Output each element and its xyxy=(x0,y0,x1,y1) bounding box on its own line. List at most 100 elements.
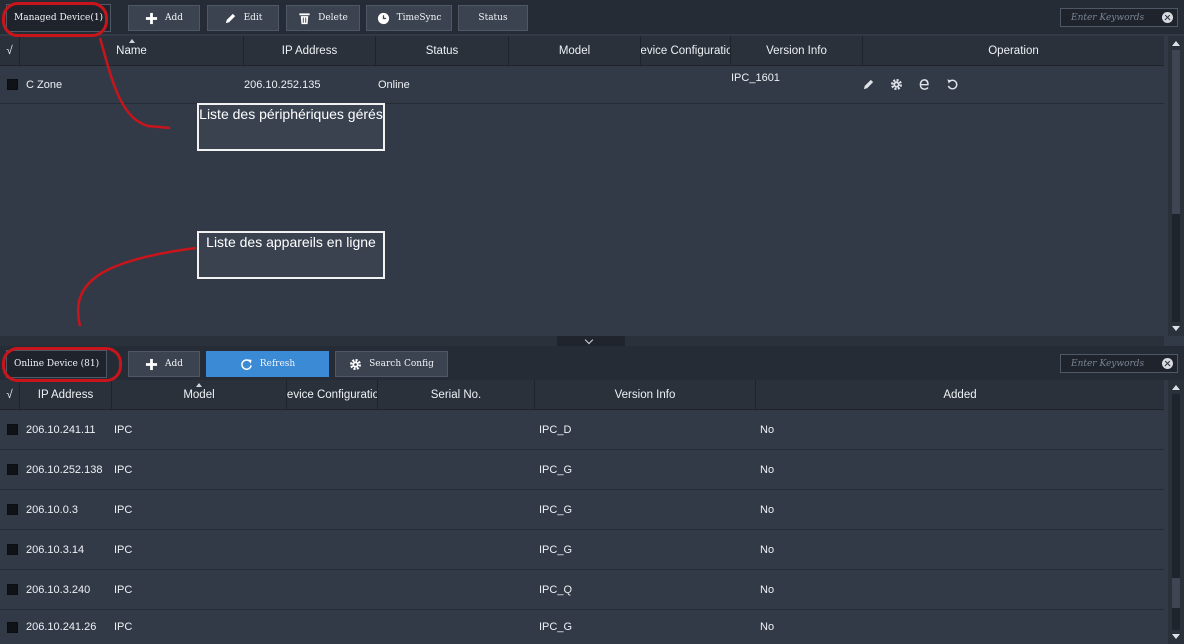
refresh-label: Refresh xyxy=(259,359,296,369)
table-row[interactable]: 206.10.3.14 IPC IPC_G No xyxy=(0,530,1164,570)
online-callout-line xyxy=(76,246,197,327)
version-column-header[interactable]: Version Info xyxy=(731,36,863,66)
table-row[interactable]: 206.10.0.3 IPC IPC_G No xyxy=(0,490,1164,530)
online-search-box xyxy=(1060,354,1178,373)
device-version: IPC_1601 xyxy=(731,72,780,84)
online-ip: 206.10.241.11 xyxy=(26,423,96,436)
device-ip: 206.10.252.135 xyxy=(244,78,321,91)
row-checkbox[interactable] xyxy=(7,464,18,475)
scroll-up-icon[interactable] xyxy=(1172,385,1180,390)
online-version: IPC_G xyxy=(539,503,573,516)
row-checkbox[interactable] xyxy=(7,424,18,435)
online-model: IPC xyxy=(114,543,133,556)
online-version: IPC_G xyxy=(539,543,573,556)
timesync-button[interactable]: TimeSync xyxy=(366,5,452,31)
online-added: No xyxy=(760,621,775,633)
status-label: Status xyxy=(478,13,508,23)
pencil-icon xyxy=(224,12,237,25)
scroll-thumb[interactable] xyxy=(1172,50,1180,214)
clear-search-icon[interactable] xyxy=(1162,358,1173,369)
online-added: No xyxy=(760,463,775,476)
added-column-header[interactable]: Added xyxy=(756,380,1164,410)
add-device-button[interactable]: Add xyxy=(128,5,200,31)
delete-device-label: Delete xyxy=(318,13,348,23)
online-added: No xyxy=(760,423,775,436)
config-column-header[interactable]: Device Configuration xyxy=(641,36,731,66)
table-row[interactable]: 206.10.3.240 IPC IPC_Q No xyxy=(0,570,1164,610)
online-ip: 206.10.252.138 xyxy=(26,463,103,476)
online-model: IPC xyxy=(114,621,133,633)
scroll-thumb[interactable] xyxy=(1172,578,1180,608)
online-added: No xyxy=(760,503,775,516)
table-row[interactable]: 206.10.241.26 IPC IPC_G No xyxy=(0,610,1164,644)
row-checkbox[interactable] xyxy=(7,621,18,633)
row-checkbox[interactable] xyxy=(7,584,18,595)
online-ip: 206.10.0.3 xyxy=(26,503,78,516)
table-row[interactable]: C Zone 206.10.252.135 Online IPC_1601 xyxy=(0,66,1164,104)
scroll-up-icon[interactable] xyxy=(1172,41,1180,46)
online-search-input[interactable] xyxy=(1061,358,1162,369)
refresh-icon[interactable] xyxy=(945,78,959,92)
clear-search-icon[interactable] xyxy=(1162,12,1173,23)
gear-icon xyxy=(349,358,362,371)
row-checkbox[interactable] xyxy=(7,79,18,90)
search-config-button[interactable]: Search Config xyxy=(335,351,448,377)
select-all-column[interactable]: √ xyxy=(0,36,20,66)
online-added: No xyxy=(760,543,775,556)
online-model: IPC xyxy=(114,583,133,596)
pencil-icon[interactable] xyxy=(861,78,875,92)
refresh-button[interactable]: Refresh xyxy=(206,351,329,377)
search-config-label: Search Config xyxy=(369,359,434,369)
table-row[interactable]: 206.10.252.138 IPC IPC_G No xyxy=(0,450,1164,490)
browser-e-icon[interactable] xyxy=(917,78,931,92)
name-column-header[interactable]: Name xyxy=(20,36,244,66)
online-model: IPC xyxy=(114,503,133,516)
config-column-header[interactable]: Device Configuration xyxy=(287,380,378,410)
collapse-chevron-icon[interactable] xyxy=(557,336,625,346)
online-table-header: √ IP Address Model Device Configuration … xyxy=(0,380,1164,410)
refresh-icon xyxy=(240,358,253,371)
version-column-header[interactable]: Version Info xyxy=(535,380,756,410)
online-version: IPC_G xyxy=(539,621,573,633)
online-tab-highlight xyxy=(2,347,122,382)
delete-device-button[interactable]: Delete xyxy=(286,5,360,31)
managed-table-header: √ Name IP Address Status Model Device Co… xyxy=(0,36,1164,66)
online-list-callout: Liste des appareils en ligne xyxy=(197,231,385,279)
add-online-device-label: Add xyxy=(164,359,184,369)
row-checkbox[interactable] xyxy=(7,504,18,515)
select-all-column[interactable]: √ xyxy=(0,380,20,410)
scroll-down-icon[interactable] xyxy=(1172,634,1180,639)
managed-device-toolbar: Managed Device(1) Add Edit Delete TimeSy… xyxy=(0,0,1184,34)
online-version: IPC_G xyxy=(539,463,573,476)
trash-icon xyxy=(298,12,311,25)
online-scrollbar[interactable] xyxy=(1168,380,1184,644)
model-column-header[interactable]: Model xyxy=(509,36,641,66)
online-added: No xyxy=(760,583,775,596)
status-column-header[interactable]: Status xyxy=(376,36,509,66)
scroll-down-icon[interactable] xyxy=(1172,326,1180,331)
edit-device-button[interactable]: Edit xyxy=(207,5,279,31)
online-ip: 206.10.3.14 xyxy=(26,543,85,556)
online-ip: 206.10.241.26 xyxy=(26,621,97,633)
device-status: Online xyxy=(378,78,410,91)
model-column-header[interactable]: Model xyxy=(112,380,287,410)
plus-icon xyxy=(145,12,158,25)
add-device-label: Add xyxy=(164,13,184,23)
timesync-label: TimeSync xyxy=(396,13,442,23)
serial-column-header[interactable]: Serial No. xyxy=(378,380,535,410)
add-online-device-button[interactable]: Add xyxy=(128,351,200,377)
status-button[interactable]: Status xyxy=(458,5,528,31)
gear-icon[interactable] xyxy=(889,78,903,92)
plus-icon xyxy=(145,358,158,371)
ip-column-header[interactable]: IP Address xyxy=(20,380,112,410)
managed-search-input[interactable] xyxy=(1061,12,1162,23)
ip-column-header[interactable]: IP Address xyxy=(244,36,376,66)
table-row[interactable]: 206.10.241.11 IPC IPC_D No xyxy=(0,410,1164,450)
online-ip: 206.10.3.240 xyxy=(26,583,91,596)
panel-splitter[interactable] xyxy=(0,336,1164,346)
operation-column-header: Operation xyxy=(988,45,1039,57)
row-checkbox[interactable] xyxy=(7,544,18,555)
operation-icons xyxy=(861,78,973,92)
online-version: IPC_Q xyxy=(539,583,573,596)
managed-scrollbar[interactable] xyxy=(1168,36,1184,336)
